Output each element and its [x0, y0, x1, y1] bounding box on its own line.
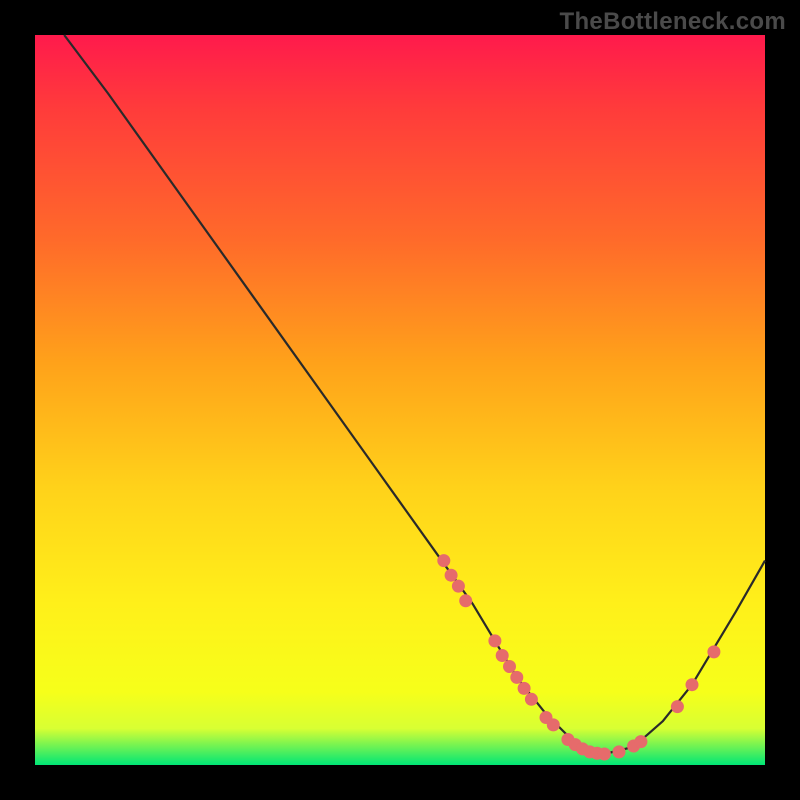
data-point	[525, 693, 538, 706]
plot-area	[35, 35, 765, 765]
data-points	[437, 554, 720, 760]
data-point	[459, 594, 472, 607]
data-point	[452, 580, 465, 593]
data-point	[613, 745, 626, 758]
data-point	[488, 634, 501, 647]
data-point	[547, 718, 560, 731]
chart-svg	[35, 35, 765, 765]
data-point	[671, 700, 684, 713]
data-point	[686, 678, 699, 691]
data-point	[598, 748, 611, 761]
data-point	[510, 671, 523, 684]
data-point	[496, 649, 509, 662]
data-point	[518, 682, 531, 695]
chart-stage: TheBottleneck.com	[0, 0, 800, 800]
data-point	[634, 735, 647, 748]
data-point	[503, 660, 516, 673]
bottleneck-curve	[64, 35, 765, 754]
data-point	[707, 645, 720, 658]
watermark-text: TheBottleneck.com	[560, 8, 786, 36]
data-point	[445, 569, 458, 582]
data-point	[437, 554, 450, 567]
